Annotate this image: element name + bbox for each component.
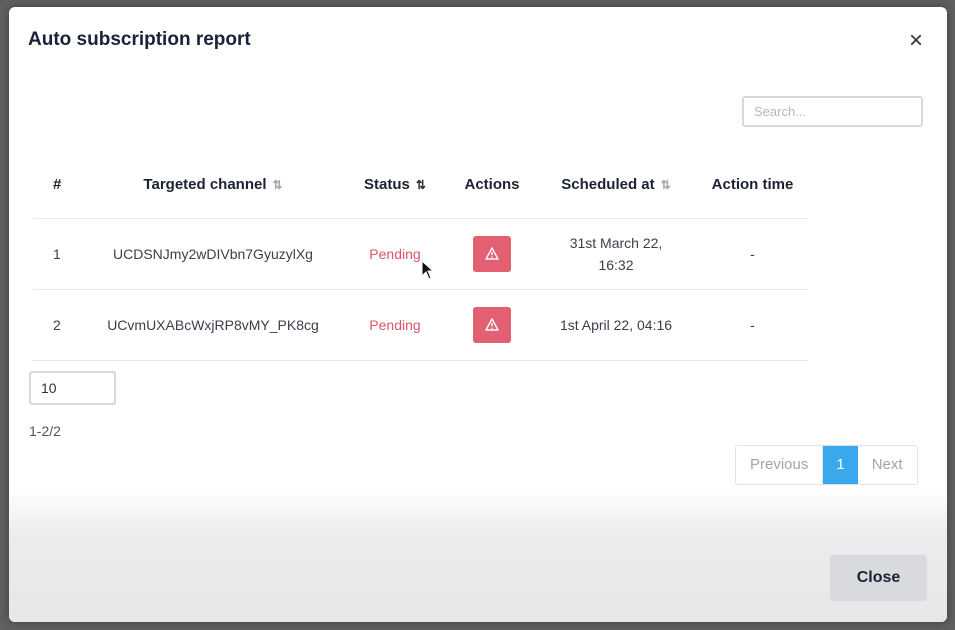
previous-page-button[interactable]: Previous [736, 446, 824, 484]
next-page-button[interactable]: Next [857, 446, 917, 484]
page-size-select[interactable]: 10 [29, 371, 116, 405]
search-input[interactable] [742, 96, 923, 127]
modal-title: Auto subscription report [28, 29, 251, 50]
action-time: - [697, 289, 808, 361]
actions-cell [449, 218, 535, 290]
status-badge: Pending [369, 317, 421, 333]
column-header-status[interactable]: Status ⇅ [341, 151, 449, 219]
warning-icon [485, 247, 499, 260]
modal-header: Auto subscription report × [9, 7, 947, 79]
column-header-targeted-channel[interactable]: Targeted channel ⇅ [85, 151, 341, 219]
close-icon[interactable]: × [905, 29, 927, 53]
scheduled-at: 1st April 22, 04:16 [535, 289, 697, 361]
row-index: 2 [33, 289, 85, 361]
column-header-scheduled-at[interactable]: Scheduled at ⇅ [535, 151, 697, 219]
targeted-channel: UCDSNJmy2wDIVbn7GyuzylXg [85, 218, 341, 290]
mouse-cursor-icon [421, 260, 435, 280]
column-header-actions: Actions [449, 151, 535, 219]
scheduled-time: 16:32 [598, 257, 634, 273]
table-header-row: # Targeted channel ⇅ Status ⇅ Actions Sche… [33, 151, 808, 219]
action-time: - [697, 218, 808, 290]
range-text: 1-2/2 [29, 423, 61, 439]
page-1-button[interactable]: 1 [823, 446, 858, 484]
scheduled-date: 31st March 22, [569, 235, 663, 251]
row-index: 1 [33, 218, 85, 290]
status-cell: Pending [341, 289, 449, 361]
warning-action-button[interactable] [473, 236, 511, 272]
sort-icon[interactable]: ⇅ [661, 178, 671, 192]
actions-cell [449, 289, 535, 361]
targeted-channel: UCvmUXABcWxjRP8vMY_PK8cg [85, 289, 341, 361]
table-row: 2 UCvmUXABcWxjRP8vMY_PK8cg Pending 1st A… [33, 289, 808, 361]
sort-descending-icon[interactable]: ⇅ [416, 178, 426, 192]
close-button[interactable]: Close [830, 555, 927, 601]
warning-icon [485, 318, 499, 331]
footer-fade [9, 487, 947, 622]
scheduled-at: 31st March 22, 16:32 [535, 218, 697, 290]
column-header-action-time: Action time [697, 151, 808, 219]
column-header-index: # [33, 151, 85, 219]
report-modal: Auto subscription report × # Targeted ch… [9, 7, 947, 622]
sort-icon[interactable]: ⇅ [273, 178, 283, 192]
report-table: # Targeted channel ⇅ Status ⇅ Actions Sche… [33, 151, 808, 361]
warning-action-button[interactable] [473, 307, 511, 343]
status-badge: Pending [369, 246, 421, 262]
pagination: Previous 1 Next [735, 445, 918, 485]
